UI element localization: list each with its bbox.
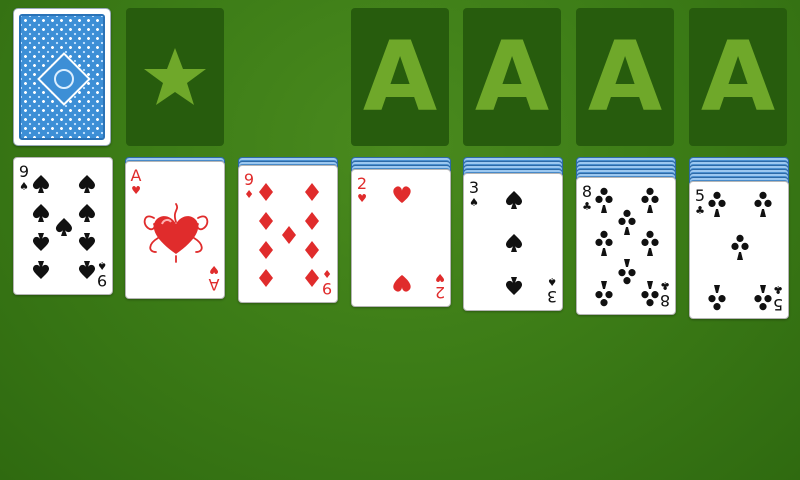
foundation-ace-mark: A (474, 21, 550, 133)
club-pip (754, 191, 772, 217)
card-face (259, 183, 319, 287)
spade-pip (32, 204, 50, 222)
foundation-2[interactable]: A (463, 8, 561, 146)
club-pip (754, 285, 772, 311)
ace-heart-ornament (143, 203, 209, 263)
card-face (32, 175, 96, 279)
diamond-pip (305, 241, 319, 259)
diamond-pip (259, 183, 273, 201)
face-up-card[interactable]: 2 ♥ 2 ♥ (351, 169, 451, 307)
club-pip (731, 234, 749, 260)
spade-pip (505, 234, 523, 252)
card-face (393, 186, 411, 292)
spade-pip (505, 277, 523, 295)
face-up-card[interactable]: A ♥ A ♥ (125, 161, 225, 299)
game-table: A A A A 9 ♠ 9 ♠ A ♥ A ♥ 9 ♦ 9 ♦ 2 ♥ 2 ♥ 3 ♠ 3 ♠ 8 ♣ 8 ♣ 5 ♣… (0, 0, 800, 480)
waste-pile[interactable] (126, 8, 224, 146)
diamond-pip (259, 212, 273, 230)
foundation-1[interactable]: A (351, 8, 449, 146)
spade-pip (32, 261, 50, 279)
heart-pip (393, 186, 411, 203)
club-pip (641, 187, 659, 213)
foundation-ace-mark: A (700, 21, 776, 133)
card-face (143, 203, 209, 263)
diamond-pip (259, 269, 273, 287)
face-up-card[interactable]: 3 ♠ 3 ♠ (463, 173, 563, 311)
club-pip (641, 230, 659, 256)
diamond-pip (305, 183, 319, 201)
club-pip (595, 281, 613, 307)
foundation-ace-mark: A (587, 21, 663, 133)
face-up-card[interactable]: 9 ♦ 9 ♦ (238, 165, 338, 303)
foundation-ace-mark: A (362, 21, 438, 133)
spade-pip (32, 175, 50, 193)
spade-pip (78, 204, 96, 222)
spade-pip (78, 261, 96, 279)
card-face (595, 187, 659, 307)
face-up-card[interactable]: 5 ♣ 5 ♣ (689, 181, 789, 319)
stock-pile[interactable] (13, 8, 111, 146)
spade-pip (505, 191, 523, 209)
diamond-pip (282, 226, 296, 244)
club-pip (595, 187, 613, 213)
spade-pip (55, 218, 73, 236)
face-up-card[interactable]: 9 ♠ 9 ♠ (13, 157, 113, 295)
star-icon (144, 48, 206, 105)
spade-pip (78, 175, 96, 193)
club-pip (618, 259, 636, 285)
club-pip (618, 209, 636, 235)
club-pip (708, 285, 726, 311)
club-pip (595, 230, 613, 256)
spade-pip (32, 233, 50, 251)
heart-pip (393, 275, 411, 292)
face-up-card[interactable]: 8 ♣ 8 ♣ (576, 177, 676, 315)
foundation-3[interactable]: A (576, 8, 674, 146)
card-face (505, 191, 523, 295)
foundation-4[interactable]: A (689, 8, 787, 146)
diamond-pip (259, 241, 273, 259)
spade-pip (78, 233, 96, 251)
card-face (708, 191, 772, 311)
diamond-pip (305, 212, 319, 230)
diamond-pip (305, 269, 319, 287)
club-pip (641, 281, 659, 307)
club-pip (708, 191, 726, 217)
